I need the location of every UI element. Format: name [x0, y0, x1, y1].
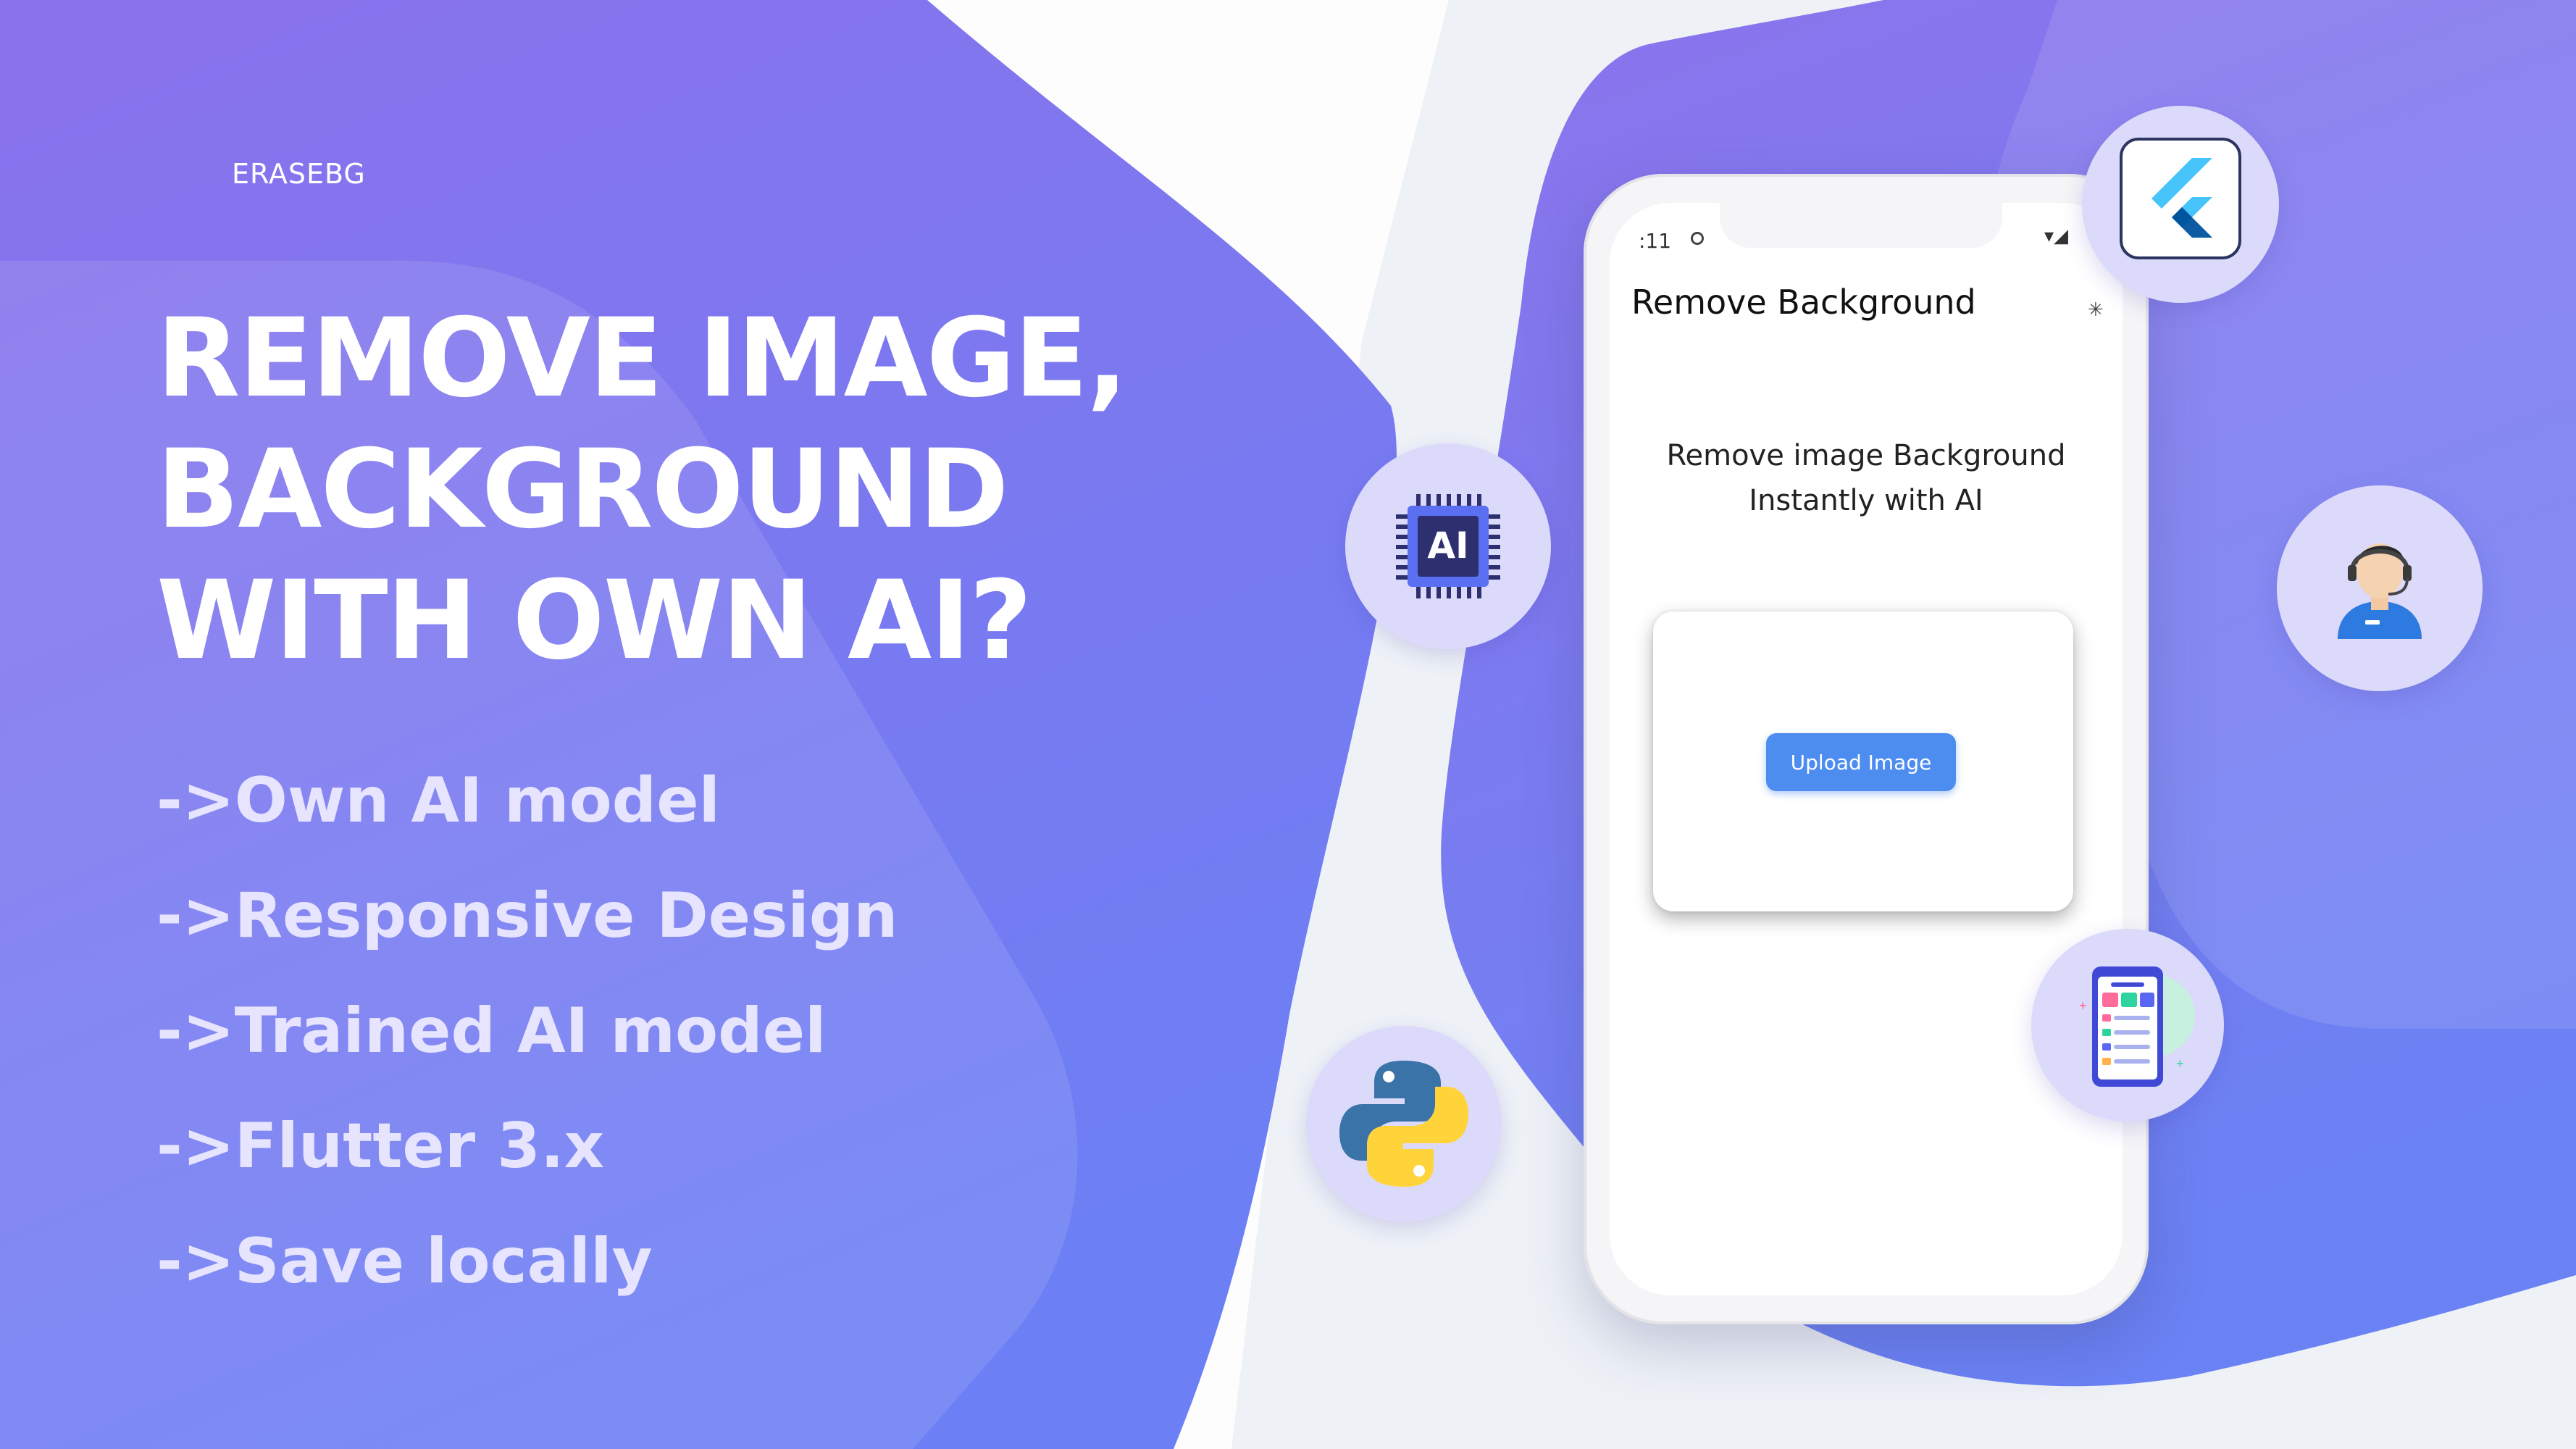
wifi-signal-icon: ▾◢ — [2044, 225, 2069, 246]
ai-chip-badge: AI — [1345, 443, 1551, 649]
ai-chip-label: AI — [1427, 525, 1468, 567]
python-logo-icon — [1339, 1061, 1468, 1187]
phone-screen: :11 ▾◢ Remove Background ✳ Remove image … — [1610, 203, 2123, 1295]
status-notification-icon — [1691, 232, 1704, 245]
phone-notch — [1720, 203, 2002, 248]
app-bar-title: Remove Background — [1631, 283, 1976, 322]
headline: REMOVE IMAGE, BACKGROUND WITH OWN AI? — [156, 293, 1243, 687]
app-subtitle-line-1: Remove image Background — [1666, 439, 2066, 472]
svg-text:+: + — [2079, 998, 2087, 1013]
flutter-badge — [2082, 106, 2279, 303]
app-subtitle-line-2: Instantly with AI — [1749, 484, 1983, 517]
status-time: :11 — [1639, 229, 1672, 253]
feature-item: ->Trained AI model — [156, 995, 827, 1067]
headline-line-2: BACKGROUND — [156, 427, 1009, 553]
feature-item: ->Own AI model — [156, 764, 721, 837]
support-agent-icon — [2338, 543, 2422, 639]
flutter-logo-icon — [2120, 138, 2241, 259]
mobile-app-icon: + + — [2079, 966, 2195, 1087]
feature-list: ->Own AI model ->Responsive Design ->Tra… — [156, 753, 898, 1329]
svg-text:+: + — [2176, 1056, 2184, 1071]
python-badge — [1306, 1026, 1502, 1222]
upload-image-button[interactable]: Upload Image — [1766, 733, 1956, 791]
headline-line-1: REMOVE IMAGE, — [156, 296, 1128, 422]
feature-item: ->Save locally — [156, 1225, 653, 1298]
feature-item: ->Responsive Design — [156, 880, 898, 952]
support-agent-badge — [2277, 485, 2483, 691]
promo-banner: ERASEBG REMOVE IMAGE, BACKGROUND WITH OW… — [0, 0, 2576, 1449]
brand-name: ERASEBG — [232, 158, 366, 190]
headline-line-3: WITH OWN AI? — [156, 558, 1032, 684]
ai-chip-icon: AI — [1396, 494, 1500, 598]
feature-item: ->Flutter 3.x — [156, 1110, 605, 1182]
app-subtitle: Remove image Background Instantly with A… — [1610, 433, 2123, 523]
mobile-app-badge: + + — [2031, 929, 2224, 1122]
upload-card: Upload Image — [1653, 611, 2073, 911]
phone-mockup: :11 ▾◢ Remove Background ✳ Remove image … — [1584, 174, 2149, 1324]
